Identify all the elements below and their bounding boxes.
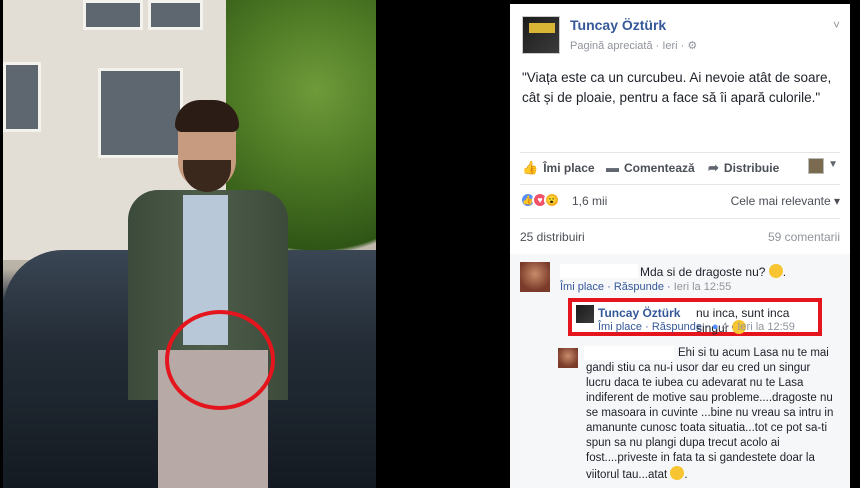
smile-emoji-icon <box>670 466 685 480</box>
page-name-link[interactable]: Tuncay Öztürk <box>570 17 666 33</box>
photo-person-hair <box>175 100 239 132</box>
comment-reply-link[interactable]: Răspunde <box>614 281 664 293</box>
reactions-bar: 👍 ♥ 😮 1,6 mii Cele mai relevante ▾ <box>520 192 840 212</box>
reaction-count[interactable]: 1,6 mii <box>572 194 607 208</box>
shares-count[interactable]: 25 distribuiri <box>520 230 585 244</box>
post-photo[interactable] <box>3 0 376 488</box>
red-highlight-circle <box>165 310 275 410</box>
caret-down-icon[interactable]: ▼ <box>828 159 838 170</box>
comment-body: Mda si de dragoste nu? <box>640 265 766 279</box>
share-button[interactable]: ➦ Distribuie <box>708 160 779 176</box>
reply-meta: Îmi place · Răspunde · ● 4 · Ieri la 12:… <box>598 321 795 333</box>
comment-time[interactable]: Ieri la 12:55 <box>674 281 731 293</box>
comments-count[interactable]: 59 comentarii <box>768 230 840 244</box>
comment-like-link[interactable]: Îmi place <box>560 281 604 293</box>
post-stats: 25 distribuiri 59 comentarii <box>520 230 840 248</box>
sort-comments-dropdown[interactable]: Cele mai relevante ▾ <box>731 194 840 208</box>
comments-section: Mda si de dragoste nu? . Îmi place · Răs… <box>510 254 850 488</box>
comment-body: Ehi si tu acum Lasa nu te mai gandi stiu… <box>586 347 834 481</box>
comment-button[interactable]: ▬ Comentează <box>606 160 695 175</box>
post-header: Tuncay Öztürk Pagină apreciată · Ieri · … <box>520 14 840 58</box>
like-reaction-icon: ● <box>711 321 719 333</box>
wow-reaction-icon[interactable]: 😮 <box>544 192 560 208</box>
comment-label: Comentează <box>624 161 695 175</box>
comment-meta: Îmi place · Răspunde · Ieri la 12:55 <box>560 281 732 293</box>
avatar[interactable] <box>558 348 578 368</box>
reply-like-count[interactable]: 4 <box>721 321 727 333</box>
comment-icon: ▬ <box>606 160 619 175</box>
comment-text: Mda si de dragoste nu? . <box>640 264 787 279</box>
share-as-avatar[interactable] <box>808 158 824 174</box>
reply-author-link[interactable]: Tuncay Öztürk <box>598 306 680 320</box>
avatar[interactable] <box>576 305 594 323</box>
chevron-down-icon[interactable]: ˅ <box>833 18 840 32</box>
thumbs-up-icon: 👍 <box>522 160 539 175</box>
page-avatar[interactable] <box>522 16 560 54</box>
like-button[interactable]: 👍 Îmi place <box>522 160 595 176</box>
like-label: Îmi place <box>543 161 595 175</box>
post-text: "Viața este ca un curcubeu. Ai nevoie at… <box>522 70 832 105</box>
share-arrow-icon: ➦ <box>708 160 719 175</box>
share-label: Distribuie <box>723 161 780 175</box>
reply-comment: Tuncay Öztürk nu inca, sunt inca singur … <box>568 298 822 336</box>
reply-like-link[interactable]: Îmi place <box>598 321 642 333</box>
divider <box>520 184 840 185</box>
post-actions: 👍 Îmi place ▬ Comentează ➦ Distribuie ▼ <box>520 156 840 180</box>
post-meta: Pagină apreciată · Ieri · ⚙ <box>570 40 698 52</box>
smile-emoji-icon <box>768 264 783 278</box>
avatar[interactable] <box>520 262 550 292</box>
redacted-name <box>560 264 638 278</box>
divider <box>520 152 840 153</box>
reply-time[interactable]: Ieri la 12:59 <box>737 321 794 333</box>
post-panel: Tuncay Öztürk Pagină apreciată · Ieri · … <box>510 4 850 488</box>
reply-reply-link[interactable]: Răspunde <box>652 321 702 333</box>
divider <box>520 218 840 219</box>
comment-text: Ehi si tu acum Lasa nu te mai gandi stiu… <box>586 347 834 481</box>
